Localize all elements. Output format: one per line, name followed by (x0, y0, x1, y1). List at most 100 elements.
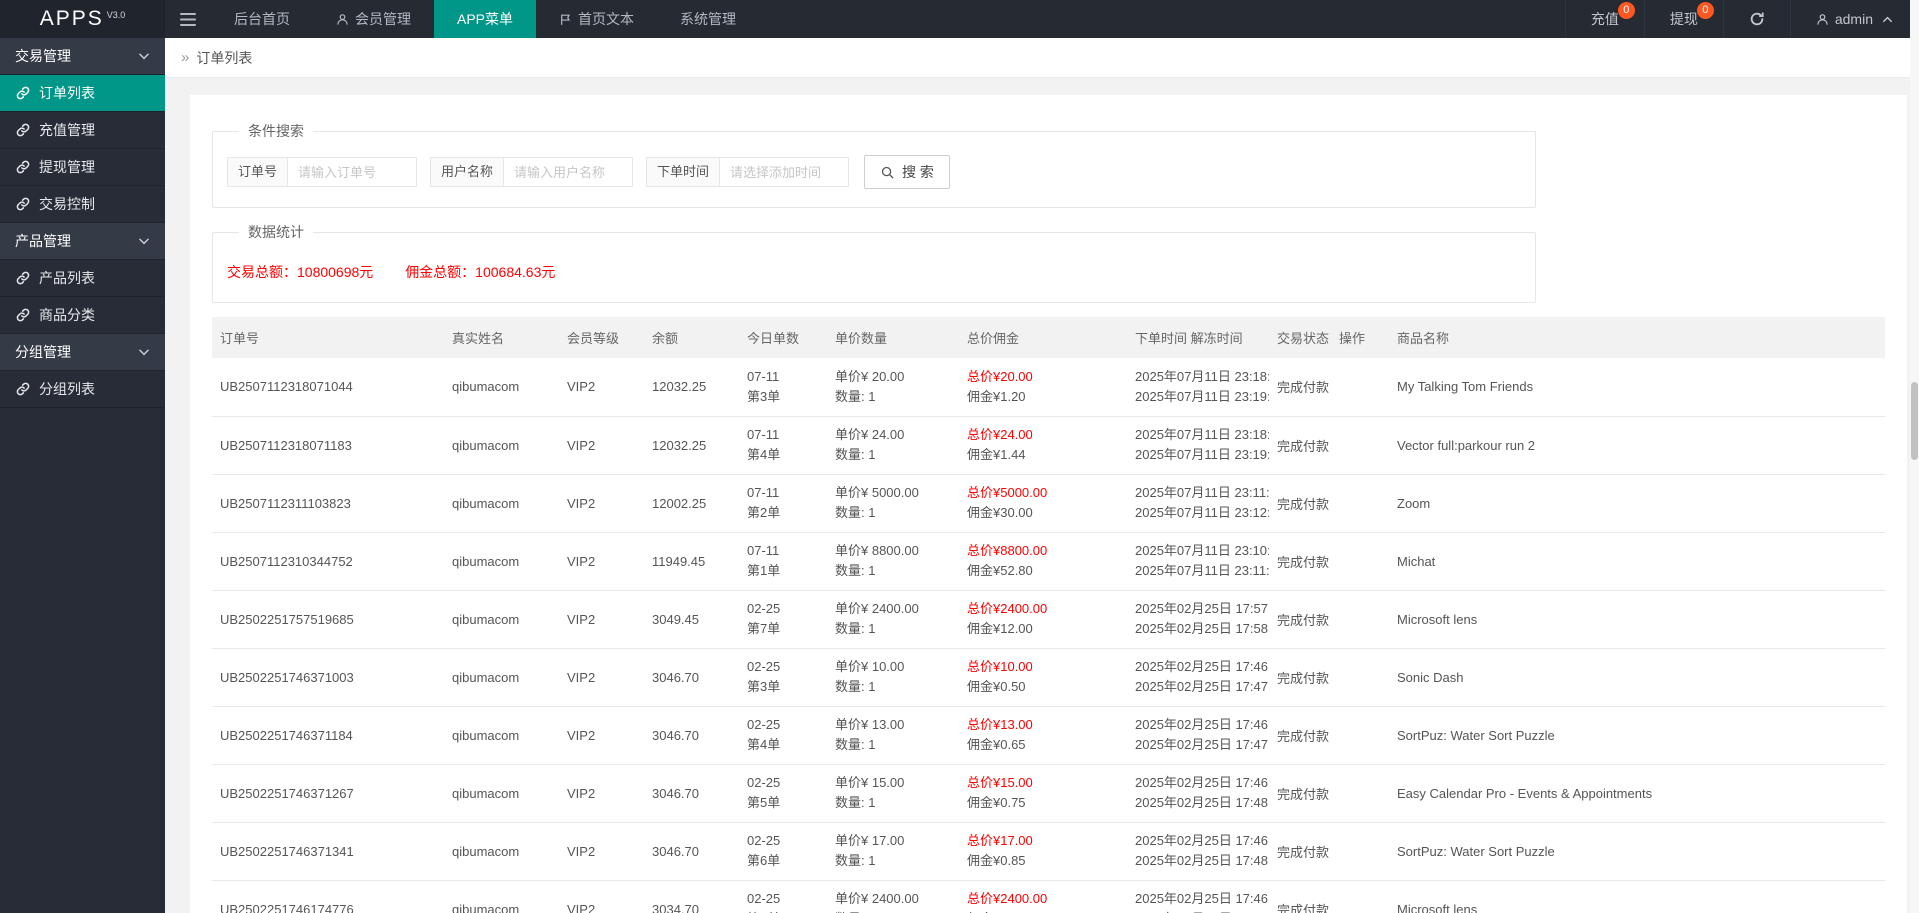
total-price: 总价¥10.00 (967, 659, 1033, 674)
quick-action-1[interactable]: 提现 0 (1643, 0, 1723, 38)
real-name-cell: qibumacom (444, 822, 559, 881)
search-field-label: 下单时间 (646, 157, 720, 187)
unit-price-qty-cell: 单价¥ 2400.00 数量: 1 (827, 590, 959, 649)
app-logo: APPS V3.0 (0, 0, 165, 38)
status-cell: 完成付款 (1269, 474, 1331, 533)
unit-price: 单价¥ 10.00 (835, 659, 905, 674)
sidebar-group-5[interactable]: 产品管理 (0, 223, 165, 260)
sidebar-item-2[interactable]: 充值管理 (0, 112, 165, 149)
unit-price: 单价¥ 5000.00 (835, 485, 919, 500)
order-date: 07-11 (747, 485, 780, 500)
sidebar-item-7[interactable]: 商品分类 (0, 297, 165, 334)
sidebar-group-0[interactable]: 交易管理 (0, 38, 165, 75)
quantity: 数量: 1 (835, 563, 876, 578)
nav-item-0[interactable]: 后台首页 (211, 0, 313, 38)
unit-price: 单价¥ 17.00 (835, 833, 905, 848)
user-menu[interactable]: admin (1789, 0, 1919, 38)
search-field-input-0[interactable] (287, 157, 418, 187)
real-name-cell: qibumacom (444, 880, 559, 913)
time-cell: 2025年07月11日 23:10:34 2025年07月11日 23:11:45 (1127, 532, 1269, 591)
product-name-cell: My Talking Tom Friends (1389, 358, 1885, 417)
order-date: 02-25 (747, 833, 781, 848)
topbar-right: 充值 0 提现 0 admin (1564, 0, 1919, 38)
real-name-cell: qibumacom (444, 764, 559, 823)
link-icon (16, 123, 30, 137)
sidebar-item-1[interactable]: 订单列表 (0, 75, 165, 112)
total-price: 总价¥17.00 (967, 833, 1033, 848)
table-row: UB2507112318071183 qibumacom VIP2 12032.25 0… (212, 416, 1885, 475)
member-level-cell: VIP2 (559, 590, 644, 649)
real-name-cell: qibumacom (444, 532, 559, 591)
column-header-5: 单价数量 (827, 317, 959, 358)
column-header-7: 下单时间 解冻时间 (1127, 317, 1269, 358)
quantity: 数量: 1 (835, 447, 876, 462)
sidebar-item-3[interactable]: 提现管理 (0, 149, 165, 186)
nav-item-label: 首页文本 (578, 11, 635, 27)
total-commission-cell: 总价¥20.00 佣金¥1.20 (959, 358, 1127, 417)
total-commission-cell: 总价¥15.00 佣金¥0.75 (959, 764, 1127, 823)
nav-item-4[interactable]: 系统管理 (657, 0, 759, 38)
balance-cell: 12032.25 (644, 416, 739, 475)
unfreeze-time: 2025年02月25日 17:58:54 (1135, 621, 1269, 636)
quick-action-0[interactable]: 充值 0 (1564, 0, 1644, 38)
scrollbar-thumb[interactable] (1911, 382, 1918, 460)
unit-price: 单价¥ 20.00 (835, 368, 905, 384)
nav-item-2[interactable]: APP菜单 (434, 0, 537, 38)
sidebar-group-label: 交易管理 (15, 48, 71, 64)
column-header-0: 订单号 (212, 317, 444, 358)
main-area: » 订单列表 条件搜索 订单号 用户名称 下单时间 搜 索 数据统计 交易总额：10… (165, 38, 1919, 913)
total-commission-cell: 总价¥2400.00 佣金¥12.00 (959, 880, 1127, 913)
time-cell: 2025年07月11日 23:11:10 2025年07月11日 23:12:13 (1127, 474, 1269, 533)
status-cell: 完成付款 (1269, 706, 1331, 765)
member-level-cell: VIP2 (559, 706, 644, 765)
search-fields: 订单号 用户名称 下单时间 (227, 157, 862, 187)
order-date: 02-25 (747, 717, 781, 732)
order-no-cell: UB2502251746371184 (212, 706, 444, 765)
search-fields-row: 订单号 用户名称 下单时间 搜 索 (227, 155, 1521, 189)
sidebar-group-8[interactable]: 分组管理 (0, 334, 165, 371)
unfreeze-time: 2025年02月25日 17:48:03 (1135, 795, 1269, 810)
status-cell: 完成付款 (1269, 880, 1331, 913)
sidebar-item-label: 产品列表 (39, 270, 95, 286)
stats-total-commission: 佣金总额：100684.63元 (405, 264, 556, 280)
sidebar-item-9[interactable]: 分组列表 (0, 371, 165, 408)
commission: 佣金¥0.75 (967, 795, 1026, 810)
order-time: 2025年02月25日 17:46:37 (1135, 717, 1269, 732)
refresh-button[interactable] (1722, 0, 1790, 38)
table-header-row: 订单号 真实姓名 会员等级 余额 今日单数 单价数量 总价佣金 下单时间 解冻时间 交易状态 操作… (212, 317, 1885, 358)
table-row: UB2502251746371267 qibumacom VIP2 3046.70 02… (212, 764, 1885, 823)
nav-item-1[interactable]: 会员管理 (313, 0, 434, 38)
column-header-8: 交易状态 (1269, 317, 1331, 358)
sidebar-item-4[interactable]: 交易控制 (0, 186, 165, 223)
search-field-input-2[interactable] (719, 157, 850, 187)
search-field-input-1[interactable] (503, 157, 634, 187)
time-cell: 2025年02月25日 17:46:37 2025年02月25日 17:47:48 (1127, 648, 1269, 707)
member-level-cell: VIP2 (559, 880, 644, 913)
order-no-cell: UB2502251746174776 (212, 880, 444, 913)
order-no-cell: UB2502251757519685 (212, 590, 444, 649)
action-cell (1331, 764, 1389, 823)
sidebar-item-6[interactable]: 产品列表 (0, 260, 165, 297)
nav-item-label: APP菜单 (457, 11, 514, 27)
order-time: 2025年02月25日 17:46:17 (1135, 891, 1269, 906)
total-commission-cell: 总价¥17.00 佣金¥0.85 (959, 822, 1127, 881)
unit-price-qty-cell: 单价¥ 17.00 数量: 1 (827, 822, 959, 881)
unit-price: 单价¥ 8800.00 (835, 543, 919, 558)
sidebar-collapse-button[interactable] (165, 0, 211, 38)
time-cell: 2025年07月11日 23:18:07 2025年07月11日 23:19:23 (1127, 358, 1269, 417)
search-fieldset: 条件搜索 订单号 用户名称 下单时间 搜 索 (212, 121, 1536, 208)
order-date: 02-25 (747, 891, 781, 906)
sidebar-group-label: 产品管理 (15, 233, 71, 249)
logo-brand: APPS (39, 7, 104, 30)
table-row: UB2502251746371184 qibumacom VIP2 3046.70 02… (212, 706, 1885, 765)
search-button[interactable]: 搜 索 (864, 155, 950, 189)
quantity: 数量: 1 (835, 909, 951, 913)
nav-item-3[interactable]: 首页文本 (536, 0, 657, 38)
member-level-cell: VIP2 (559, 764, 644, 823)
action-cell (1331, 590, 1389, 649)
commission: 佣金¥30.00 (967, 505, 1033, 520)
unit-price-qty-cell: 单价¥ 8800.00 数量: 1 (827, 532, 959, 591)
order-date: 07-11 (747, 427, 780, 442)
balance-cell: 12032.25 (644, 358, 739, 417)
sidebar-group-label: 分组管理 (15, 344, 71, 360)
